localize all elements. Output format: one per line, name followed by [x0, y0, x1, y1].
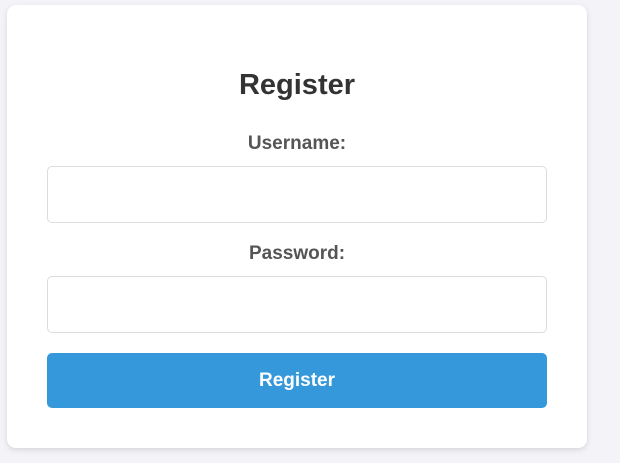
- register-card: Register Username: Password: Register: [7, 5, 587, 448]
- username-input[interactable]: [47, 166, 547, 223]
- password-label: Password:: [248, 243, 346, 264]
- username-label: Username:: [247, 133, 347, 154]
- register-button[interactable]: Register: [47, 353, 547, 408]
- page-title: Register: [238, 69, 356, 101]
- password-input[interactable]: [47, 276, 547, 333]
